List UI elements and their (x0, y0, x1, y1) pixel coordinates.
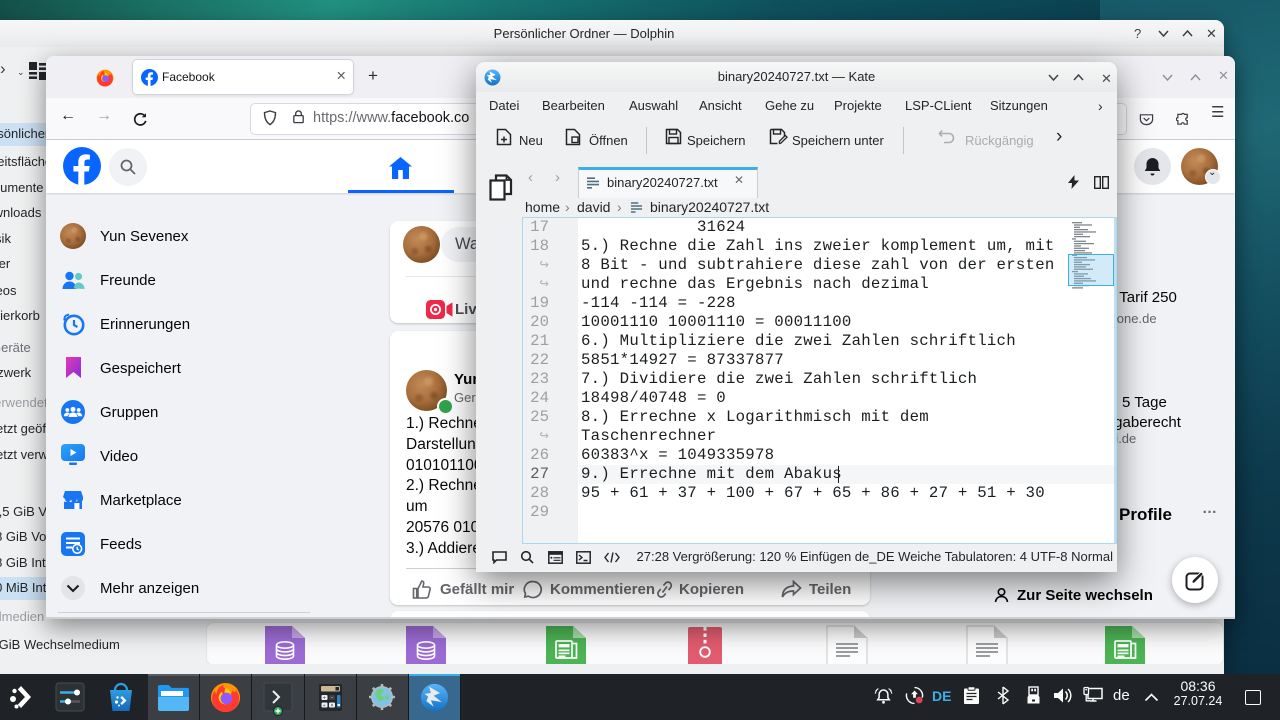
svg-text:÷: ÷ (323, 703, 326, 709)
svg-text:−: − (331, 695, 334, 701)
svg-text:+: + (323, 695, 326, 701)
svg-text:×: × (331, 703, 334, 709)
